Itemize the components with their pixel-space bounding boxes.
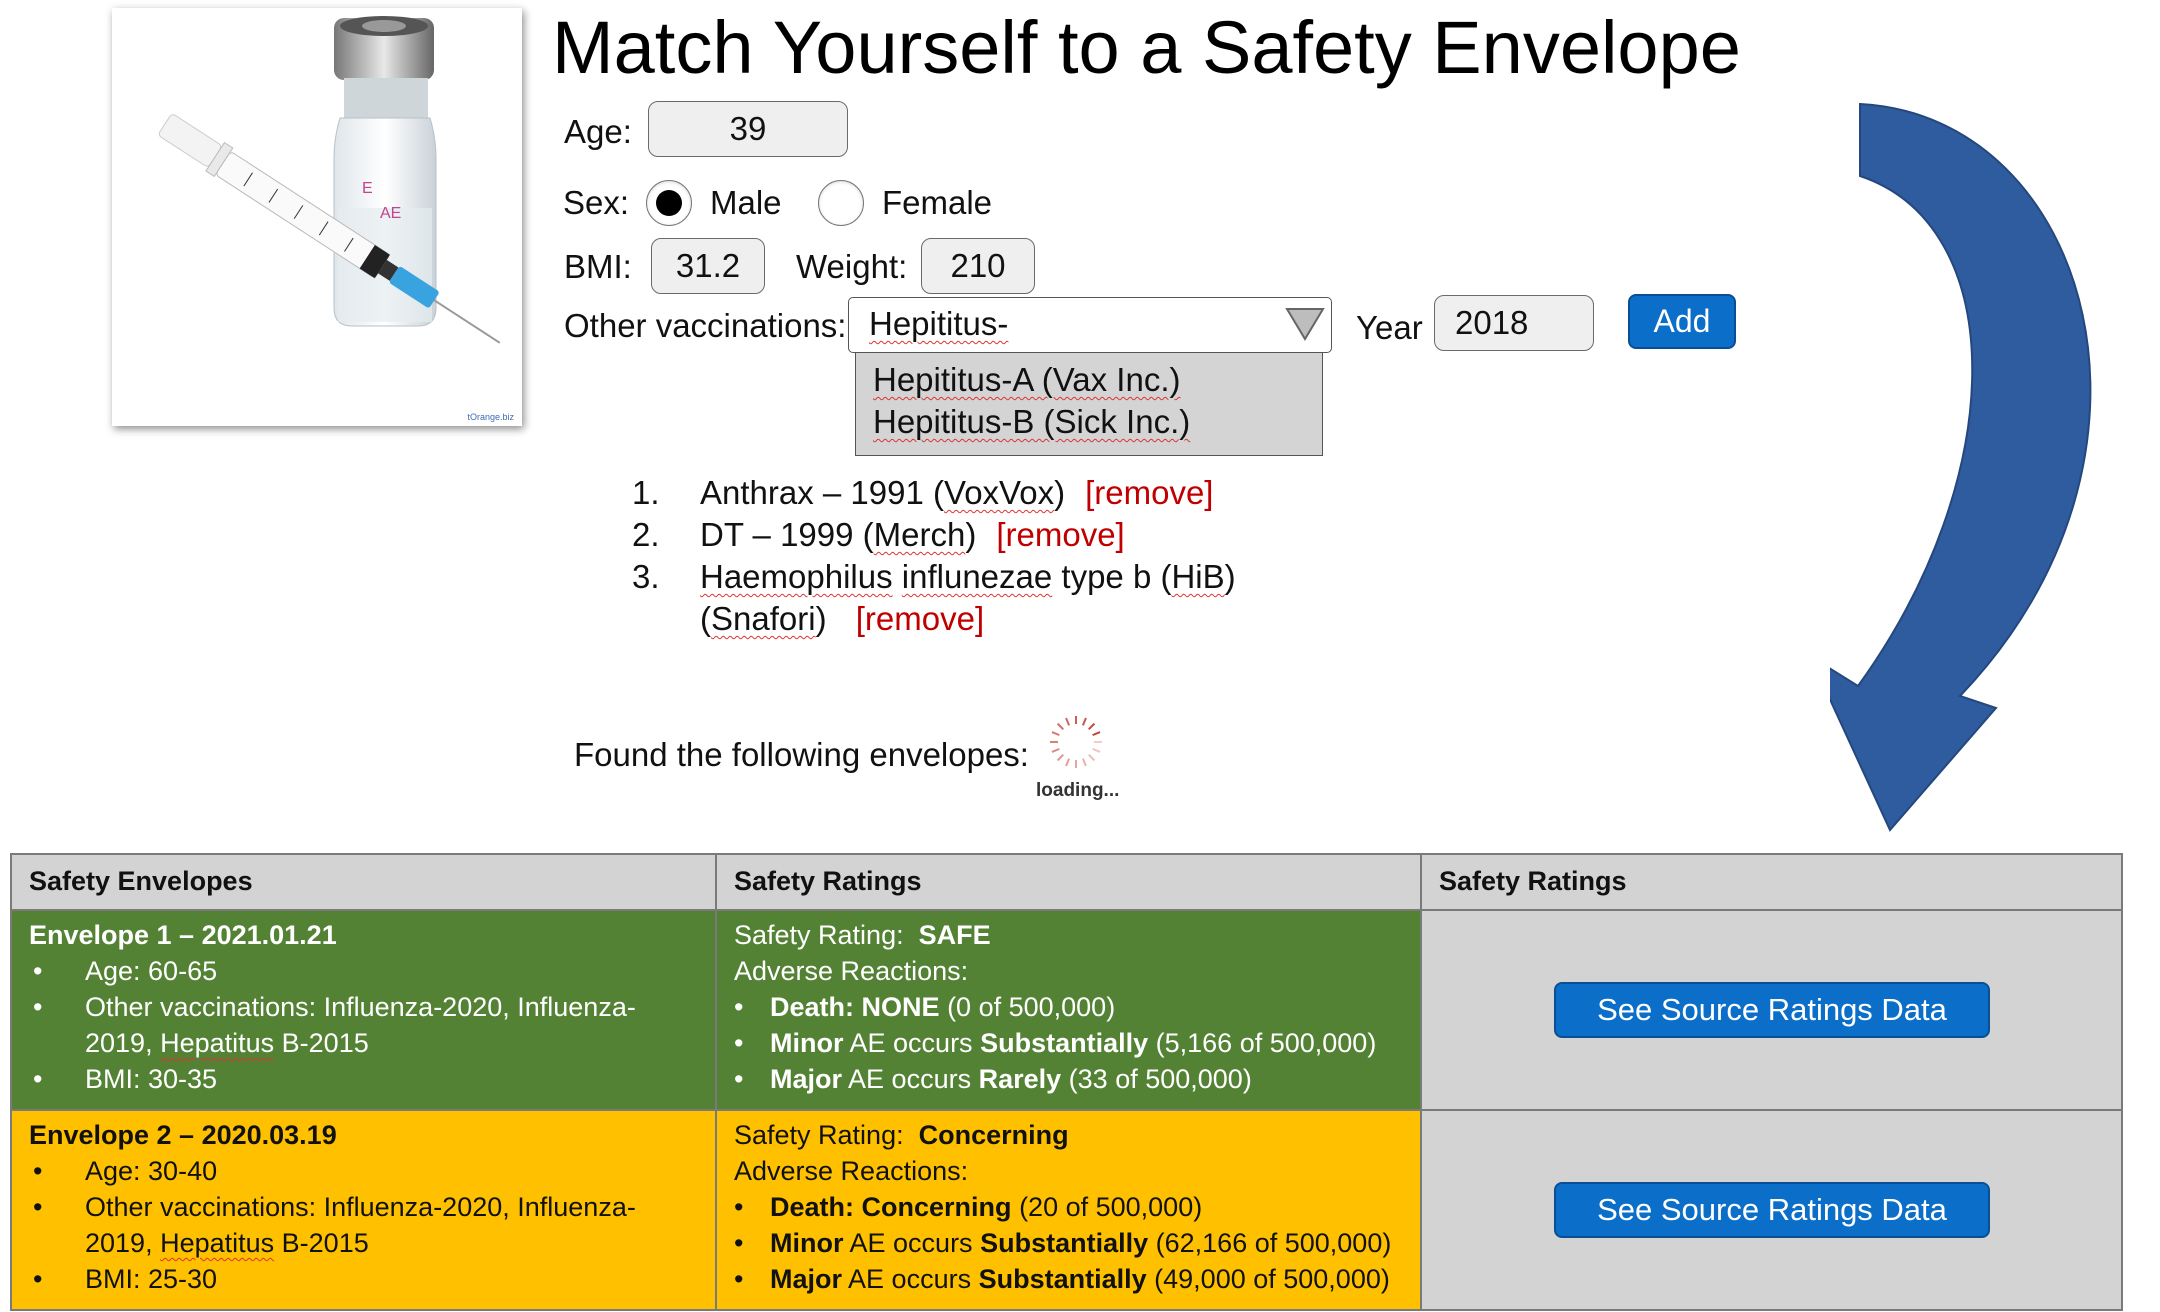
loading-text: loading...: [1036, 780, 1120, 801]
svg-text:E: E: [362, 180, 373, 197]
add-button[interactable]: Add: [1628, 294, 1736, 349]
action-cell: See Source Ratings Data: [1420, 1109, 2123, 1311]
sex-male-radio[interactable]: [646, 180, 692, 226]
loading-spinner-icon: [1050, 716, 1102, 768]
page-title: Match Yourself to a Safety Envelope: [552, 6, 1741, 89]
envelope-other-vaccinations: Other vaccinations: Influenza-2020, Infl…: [29, 1189, 699, 1261]
age-label: Age:: [564, 113, 632, 150]
sex-female-radio[interactable]: [818, 180, 864, 226]
column-header: Safety Ratings: [715, 853, 1422, 911]
rating-cell: Safety Rating: Concerning Adverse Reacti…: [715, 1109, 1422, 1311]
svg-text:AE: AE: [380, 205, 401, 222]
table-row: Envelope 1 – 2021.01.21 Age: 60-65 Other…: [10, 909, 2123, 1111]
bmi-input[interactable]: 31.2: [651, 238, 765, 294]
year-label: Year: [1356, 309, 1423, 346]
envelope-title: Envelope 2 – 2020.03.19: [29, 1120, 337, 1150]
list-item: 3. Haemophilus influnezae type b (HiB) (…: [632, 558, 1236, 637]
envelope-other-vaccinations: Other vaccinations: Influenza-2020, Infl…: [29, 989, 699, 1061]
envelope-cell: Envelope 2 – 2020.03.19 Age: 30-40 Other…: [10, 1109, 717, 1311]
rating-value: Concerning: [918, 1120, 1069, 1150]
weight-label: Weight:: [796, 248, 908, 285]
death-reaction: Death: Concerning (20 of 500,000): [734, 1189, 1404, 1225]
see-source-ratings-button[interactable]: See Source Ratings Data: [1554, 1182, 1990, 1238]
remove-link[interactable]: [remove]: [996, 514, 1124, 556]
age-input[interactable]: 39: [648, 101, 848, 157]
envelope-bmi: BMI: 30-35: [29, 1061, 699, 1097]
other-vaccinations-label: Other vaccinations:: [564, 307, 847, 344]
envelope-age: Age: 60-65: [29, 953, 699, 989]
vaccination-suggestions-dropdown: Hepititus-A (Vax Inc.) Hepititus-B (Sick…: [855, 352, 1323, 456]
weight-input[interactable]: 210: [921, 238, 1035, 294]
major-reaction: Major AE occurs Substantially (49,000 of…: [734, 1261, 1404, 1297]
chevron-down-icon[interactable]: [1285, 306, 1325, 342]
vaccination-text: Haemophilus influnezae type b (HiB): [700, 558, 1236, 595]
sex-male-label[interactable]: Male: [710, 183, 782, 223]
vaccination-text-cont: (Snafori): [700, 600, 827, 637]
select-value: Hepititus-: [869, 305, 1009, 342]
major-reaction: Major AE occurs Rarely (33 of 500,000): [734, 1061, 1404, 1097]
safety-envelopes-table: Safety Envelopes Safety Ratings Safety R…: [10, 853, 2123, 1311]
suggestion-option[interactable]: Hepititus-B (Sick Inc.): [856, 401, 1322, 443]
minor-reaction: Minor AE occurs Substantially (62,166 of…: [734, 1225, 1404, 1261]
envelope-title: Envelope 1 – 2021.01.21: [29, 920, 337, 950]
other-vaccinations-select[interactable]: Hepititus-: [848, 297, 1332, 353]
image-watermark: tOrange.biz: [467, 412, 514, 422]
sex-female-label[interactable]: Female: [882, 183, 992, 223]
bmi-label: BMI:: [564, 248, 632, 285]
table-row: Envelope 2 – 2020.03.19 Age: 30-40 Other…: [10, 1109, 2123, 1311]
year-input[interactable]: 2018: [1434, 295, 1594, 351]
list-item: 2. DT – 1999 (Merch) [remove]: [632, 514, 1392, 556]
remove-link[interactable]: [remove]: [1085, 472, 1213, 514]
column-header: Safety Envelopes: [10, 853, 717, 911]
minor-reaction: Minor AE occurs Substantially (5,166 of …: [734, 1025, 1404, 1061]
see-source-ratings-button[interactable]: See Source Ratings Data: [1554, 982, 1990, 1038]
vaccination-list: 1. Anthrax – 1991 (VoxVox) [remove] 2. D…: [632, 472, 1392, 640]
envelope-age: Age: 30-40: [29, 1153, 699, 1189]
vaccination-text: Anthrax – 1991 (VoxVox): [700, 474, 1066, 511]
remove-link[interactable]: [remove]: [856, 600, 984, 637]
vaccine-syringe-image: E AE tOrange.biz: [112, 8, 522, 426]
radio-selected-dot: [656, 190, 682, 216]
vaccination-text: DT – 1999 (Merch): [700, 516, 977, 553]
table-header-row: Safety Envelopes Safety Ratings Safety R…: [10, 853, 2123, 911]
rating-value: SAFE: [918, 920, 991, 950]
envelope-cell: Envelope 1 – 2021.01.21 Age: 60-65 Other…: [10, 909, 717, 1111]
found-envelopes-label: Found the following envelopes:: [574, 736, 1029, 773]
list-item: 1. Anthrax – 1991 (VoxVox) [remove]: [632, 472, 1392, 514]
column-header: Safety Ratings: [1420, 853, 2123, 911]
suggestion-option[interactable]: Hepititus-A (Vax Inc.): [856, 359, 1322, 401]
action-cell: See Source Ratings Data: [1420, 909, 2123, 1111]
sex-label: Sex:: [563, 184, 630, 221]
death-reaction: Death: NONE (0 of 500,000): [734, 989, 1404, 1025]
curved-arrow-icon: [1830, 102, 2092, 832]
rating-cell: Safety Rating: SAFE Adverse Reactions: D…: [715, 909, 1422, 1111]
envelope-bmi: BMI: 25-30: [29, 1261, 699, 1297]
